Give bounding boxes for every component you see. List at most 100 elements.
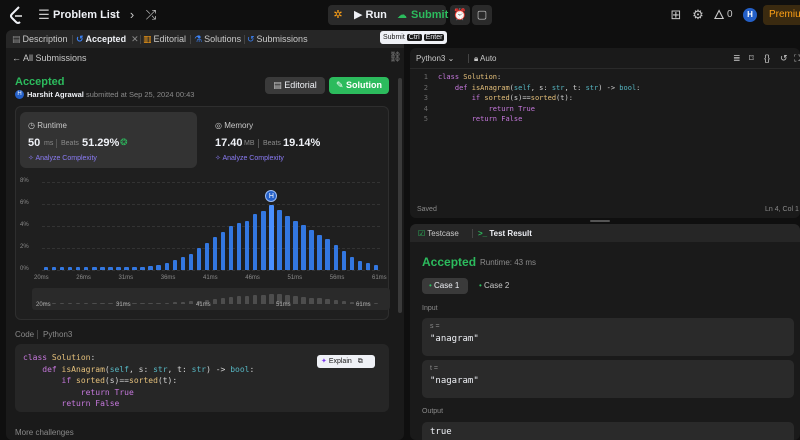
close-tab-icon[interactable]: ✕ — [131, 34, 139, 44]
timer-icon[interactable]: ⏰ — [450, 5, 470, 25]
chart-bar[interactable] — [261, 210, 266, 270]
chart-bar[interactable] — [164, 263, 169, 270]
chart-bar[interactable] — [325, 239, 330, 270]
description-icon: ▤ — [12, 34, 21, 44]
streak-fire-icon[interactable]: 🜂 — [711, 7, 727, 23]
left-scrollbar[interactable] — [398, 78, 402, 313]
chart-bar[interactable] — [245, 220, 250, 270]
analyze-runtime-link[interactable]: ✧ Analyze Complexity — [28, 154, 97, 162]
tab-testcase[interactable]: ☑ Testcase — [418, 229, 459, 238]
chart-bar[interactable] — [220, 231, 226, 270]
chart-bar[interactable] — [228, 226, 234, 270]
layout-grid-icon[interactable]: ⊞ — [668, 7, 684, 23]
shuffle-icon[interactable]: ⤮ — [143, 7, 159, 23]
runtime-card[interactable]: ◷ Runtime 50 ms Beats 51.29% ❂ ✧ Analyze… — [20, 112, 197, 168]
auto-mode[interactable]: 🔒︎ Auto — [474, 54, 497, 64]
chart-bar[interactable] — [188, 253, 194, 270]
bookmark-icon[interactable]: ⌑ — [749, 53, 754, 64]
chart-bar[interactable] — [317, 234, 322, 270]
chart-bar[interactable] — [373, 264, 379, 270]
chart-bar[interactable] — [357, 261, 363, 270]
premium-button[interactable]: Premium — [763, 5, 800, 25]
chart-bar[interactable] — [100, 266, 105, 270]
chart-bar[interactable] — [59, 266, 65, 270]
debug-icon[interactable]: ✲ — [330, 7, 346, 23]
problem-list-icon[interactable]: ☰ — [36, 7, 52, 23]
user-avatar[interactable]: H — [743, 8, 757, 22]
chart-bar[interactable] — [365, 263, 371, 270]
memory-beats-label: Beats — [263, 140, 281, 147]
chart-bar[interactable] — [148, 265, 153, 270]
chart-bar[interactable] — [236, 222, 242, 270]
copy-icon[interactable]: ⧉ — [358, 358, 363, 365]
chart-bar[interactable] — [51, 266, 57, 270]
tab-description[interactable]: ▤ Description — [12, 33, 68, 45]
chart-bar[interactable] — [43, 266, 49, 270]
memory-label: ◎ Memory — [215, 121, 254, 130]
code-line: def isAnagram(self, s: str, t: str) -> b… — [42, 364, 255, 374]
chart-bar[interactable] — [333, 244, 338, 270]
chart-bar[interactable] — [253, 213, 258, 270]
chart-bar[interactable] — [172, 260, 177, 270]
runtime-beats: 51.29% — [82, 137, 120, 149]
case-1-tab[interactable]: • Case 1 — [422, 278, 468, 294]
chart-bar[interactable] — [349, 256, 355, 270]
chart-bar[interactable] — [180, 256, 186, 270]
param-t-value: "nagaram" — [430, 376, 479, 386]
overview-tick-label: 61ms — [356, 302, 371, 308]
case-2-tab[interactable]: • Case 2 — [472, 278, 518, 294]
chart-bar[interactable] — [212, 237, 218, 270]
analyze-memory-link[interactable]: ✧ Analyze Complexity — [215, 154, 284, 162]
tab-editorial[interactable]: ▥ Editorial — [143, 33, 186, 45]
chart-bar[interactable] — [196, 248, 202, 270]
prev-problem-icon[interactable]: ‹ — [106, 7, 122, 23]
braces-icon[interactable]: {} — [764, 53, 770, 63]
code-line: return True — [488, 104, 535, 113]
editorial-button[interactable]: ▤ Editorial — [265, 77, 325, 94]
language-select[interactable]: Python3 ⌄ — [416, 54, 454, 63]
input-label: Input — [422, 305, 438, 312]
chart-bar[interactable] — [156, 264, 161, 270]
chart-bar[interactable] — [108, 266, 113, 270]
chart-bar[interactable] — [124, 266, 129, 270]
submitter-name[interactable]: Harshit Agrawal — [27, 90, 84, 99]
chart-bar[interactable] — [285, 216, 290, 270]
chart-bar[interactable] — [204, 242, 210, 270]
share-link-icon[interactable]: ⛓ — [389, 52, 402, 63]
chart-bar[interactable] — [269, 205, 274, 270]
chart-bar[interactable] — [92, 266, 97, 270]
memory-card[interactable]: ◎ Memory 17.40 MB Beats 19.14% ✧ Analyze… — [207, 112, 384, 168]
explain-button[interactable]: ✦ Explain ⧉ — [317, 355, 375, 368]
next-problem-icon[interactable]: › — [124, 7, 140, 23]
chart-bar[interactable] — [309, 230, 314, 270]
solution-button[interactable]: ✎ Solution — [329, 77, 389, 94]
format-icon[interactable]: ≣ — [733, 53, 741, 64]
all-submissions-link[interactable]: ← All Submissions — [12, 53, 87, 63]
overview-bar — [317, 298, 322, 304]
tab-solutions[interactable]: ⚗ Solutions — [194, 33, 241, 45]
divider — [258, 139, 259, 148]
fullscreen-icon[interactable]: ⛶ — [794, 53, 800, 64]
notes-icon[interactable]: ▢ — [472, 5, 492, 25]
chart-bar[interactable] — [116, 266, 121, 270]
chart-bar[interactable] — [84, 266, 89, 270]
tab-submissions[interactable]: ↺ Submissions — [247, 33, 308, 45]
chart-bar[interactable] — [293, 220, 298, 270]
settings-gear-icon[interactable]: ⚙ — [690, 7, 706, 23]
leetcode-logo-icon[interactable] — [10, 6, 24, 24]
run-button[interactable]: ▶ Run — [348, 5, 393, 25]
chart-bar[interactable] — [341, 251, 346, 270]
chart-bar[interactable] — [277, 209, 282, 270]
reset-icon[interactable]: ↺ — [780, 53, 788, 64]
tab-accepted[interactable]: ↺ Accepted ✕ — [76, 33, 139, 45]
overview-bar — [261, 294, 266, 304]
memory-chip-icon: ◎ — [215, 121, 225, 130]
chart-bar[interactable] — [76, 266, 81, 270]
chart-bar[interactable] — [132, 266, 137, 270]
your-submission-marker[interactable]: H — [265, 190, 278, 203]
panel-resize-handle[interactable] — [590, 220, 610, 222]
chart-bar[interactable] — [140, 266, 145, 270]
chart-bar[interactable] — [67, 266, 73, 270]
chart-bar[interactable] — [301, 224, 306, 270]
tab-test-result[interactable]: >_ Test Result — [478, 229, 532, 238]
